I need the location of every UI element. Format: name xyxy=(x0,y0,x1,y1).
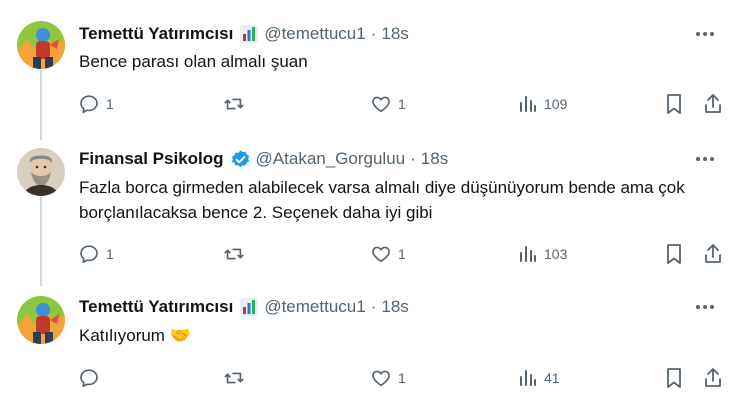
tweet[interactable]: Temettü Yatırımcısı @temettucu1 · 18s Be… xyxy=(0,0,730,140)
views-button[interactable]: 109 xyxy=(518,92,567,116)
retweet-icon xyxy=(224,372,244,384)
tweet-actions: 1 1 109 xyxy=(0,92,730,116)
tweet-text: Bence parası olan almalı şuan xyxy=(79,52,308,71)
views-count: 103 xyxy=(544,246,568,262)
reply-button[interactable] xyxy=(78,366,106,390)
reply-count: 1 xyxy=(106,96,114,112)
like-button[interactable]: 1 xyxy=(370,366,406,390)
heart-icon xyxy=(372,96,390,113)
reply-icon xyxy=(80,369,98,388)
author-handle[interactable]: @temettucu1 xyxy=(264,297,365,317)
views-button[interactable]: 103 xyxy=(518,242,567,266)
more-options-icon[interactable] xyxy=(694,25,716,43)
bearded-man-avatar-icon xyxy=(17,148,65,196)
separator-dot: · xyxy=(370,297,377,316)
tweet-text: Katılıyorum 🤝 xyxy=(79,326,191,345)
reply-button[interactable]: 1 xyxy=(78,242,114,266)
tweet-time[interactable]: 18s xyxy=(381,297,408,317)
avatar[interactable] xyxy=(17,21,65,69)
bar-chart-icon xyxy=(239,297,259,317)
reply-icon xyxy=(80,245,98,264)
more-options-icon[interactable] xyxy=(694,298,716,316)
views-button[interactable]: 41 xyxy=(518,366,560,390)
bookmark-icon xyxy=(667,368,681,388)
avatar[interactable] xyxy=(17,148,65,196)
retweet-icon xyxy=(224,248,244,260)
tweet-header: Finansal Psikolog @Atakan_Gorguluu · 18s xyxy=(79,148,448,170)
bookmark-button[interactable] xyxy=(664,92,684,116)
dragon-avatar-icon xyxy=(17,296,65,344)
more-options-icon[interactable] xyxy=(694,150,716,168)
bookmark-icon xyxy=(667,244,681,264)
tweet-actions: 1 41 xyxy=(0,366,730,390)
bookmark-button[interactable] xyxy=(664,366,684,390)
retweet-icon xyxy=(224,98,244,110)
share-button[interactable] xyxy=(703,242,723,266)
views-count: 41 xyxy=(544,370,560,386)
views-icon xyxy=(520,370,536,386)
reply-count: 1 xyxy=(106,246,114,262)
author-handle[interactable]: @Atakan_Gorguluu xyxy=(256,149,406,169)
share-icon xyxy=(705,368,721,387)
bar-chart-icon xyxy=(239,24,259,44)
separator-dot: · xyxy=(370,24,377,43)
tweet-time[interactable]: 18s xyxy=(421,149,448,169)
like-button[interactable]: 1 xyxy=(370,92,406,116)
verified-badge-icon xyxy=(230,149,251,170)
like-button[interactable]: 1 xyxy=(370,242,406,266)
heart-icon xyxy=(372,370,390,387)
author-handle[interactable]: @temettucu1 xyxy=(264,24,365,44)
reply-button[interactable]: 1 xyxy=(78,92,114,116)
tweet-text: Fazla borca girmeden alabilecek varsa al… xyxy=(79,178,685,222)
separator-dot: · xyxy=(410,149,416,168)
bookmark-button[interactable] xyxy=(664,242,684,266)
tweet-time[interactable]: 18s xyxy=(381,24,408,44)
author-name[interactable]: Temettü Yatırımcısı xyxy=(79,24,233,44)
tweet[interactable]: Temettü Yatırımcısı @temettucu1 · 18s Ka… xyxy=(0,288,730,420)
avatar[interactable] xyxy=(17,296,65,344)
tweet-actions: 1 1 103 xyxy=(0,242,730,266)
dragon-avatar-icon xyxy=(17,21,65,69)
share-icon xyxy=(705,94,721,113)
heart-icon xyxy=(372,246,390,263)
author-name[interactable]: Temettü Yatırımcısı xyxy=(79,297,233,317)
bookmark-icon xyxy=(667,94,681,114)
reply-icon xyxy=(80,95,98,114)
views-icon xyxy=(520,96,536,112)
tweet[interactable]: Finansal Psikolog @Atakan_Gorguluu · 18s… xyxy=(0,140,730,288)
retweet-button[interactable] xyxy=(222,242,246,266)
share-icon xyxy=(705,244,721,263)
views-count: 109 xyxy=(544,96,568,112)
like-count: 1 xyxy=(398,246,406,262)
retweet-button[interactable] xyxy=(222,92,246,116)
share-button[interactable] xyxy=(703,366,723,390)
like-count: 1 xyxy=(398,96,406,112)
tweet-header: Temettü Yatırımcısı @temettucu1 · 18s xyxy=(79,296,409,318)
retweet-button[interactable] xyxy=(222,366,246,390)
author-name[interactable]: Finansal Psikolog xyxy=(79,149,224,169)
share-button[interactable] xyxy=(703,92,723,116)
views-icon xyxy=(520,246,536,262)
like-count: 1 xyxy=(398,370,406,386)
tweet-header: Temettü Yatırımcısı @temettucu1 · 18s xyxy=(79,23,409,45)
